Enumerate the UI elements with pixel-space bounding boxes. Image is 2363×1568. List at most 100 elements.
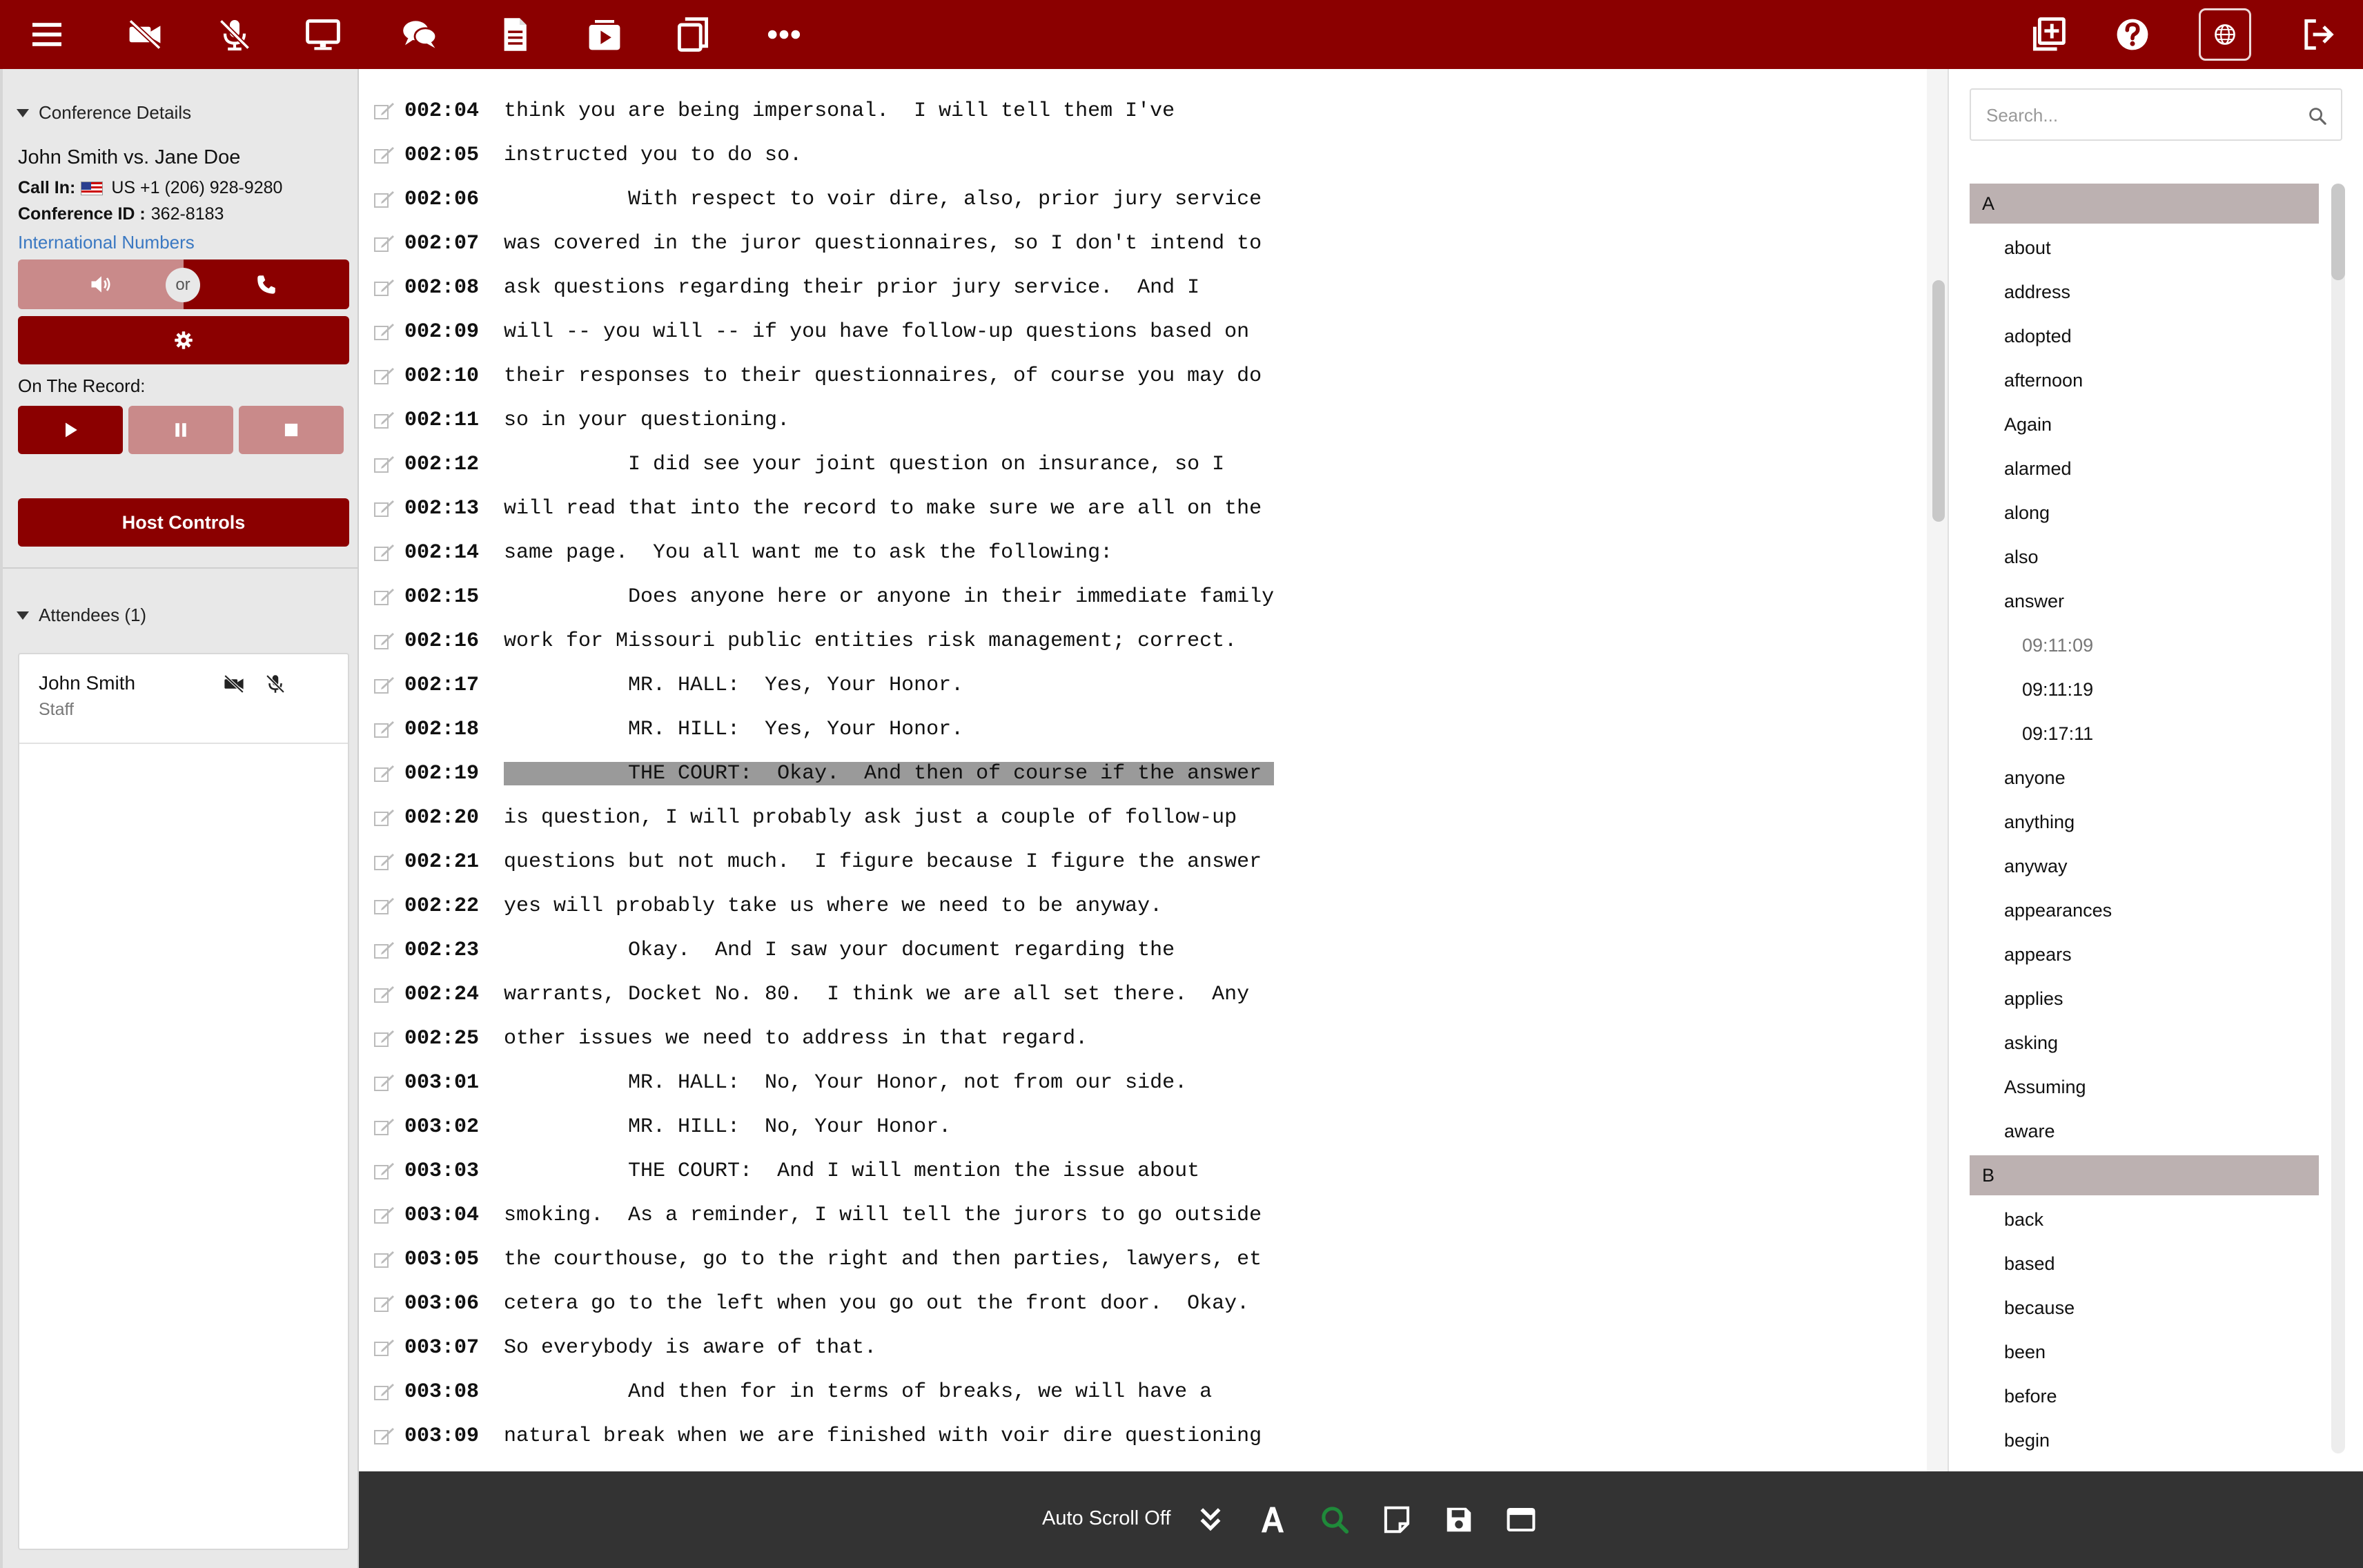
transcript-line[interactable]: 003:09 natural break when we are finished…	[359, 1412, 1932, 1456]
window-mode-button[interactable]	[1499, 1498, 1543, 1542]
annotate-line-icon[interactable]	[374, 146, 395, 164]
annotate-line-icon[interactable]	[374, 809, 395, 827]
annotate-line-icon[interactable]	[374, 500, 395, 518]
transcript-line[interactable]: 002:21 questions but not much. I figure b…	[359, 838, 1932, 882]
transcript-line[interactable]: 002:08 ask questions regarding their prio…	[359, 264, 1932, 308]
transcript-line[interactable]: 002:05 instructed you to do so.	[359, 131, 1932, 175]
transcript-scrollbar[interactable]	[1927, 69, 1948, 1471]
index-word[interactable]: asking	[2004, 1032, 2058, 1054]
transcript-line[interactable]: 003:04 smoking. As a reminder, I will tel…	[359, 1191, 1932, 1235]
transcript-line[interactable]: 002:09 will -- you will -- if you have fo…	[359, 308, 1932, 352]
index-word[interactable]: address	[2004, 282, 2070, 303]
index-word[interactable]: Again	[2004, 414, 2052, 435]
transcript-line[interactable]: 002:19 THE COURT: Okay. And then of cour…	[359, 749, 1932, 794]
index-word[interactable]: back	[2004, 1209, 2043, 1231]
transcript-line[interactable]: 002:11 so in your questioning.	[359, 396, 1932, 440]
transcript-view[interactable]: 002:04 think you are being impersonal. I …	[359, 69, 1946, 1471]
annotate-line-icon[interactable]	[374, 323, 395, 341]
transcript-line[interactable]: 003:03 THE COURT: And I will mention the…	[359, 1147, 1932, 1191]
video-toggle-button[interactable]	[110, 0, 179, 69]
index-word[interactable]: answer	[2004, 591, 2064, 612]
annotate-line-icon[interactable]	[374, 986, 395, 1003]
transcript-line[interactable]: 003:02 MR. HILL: No, Your Honor.	[359, 1103, 1932, 1147]
index-word[interactable]: along	[2004, 502, 2050, 524]
transcript-line[interactable]: 003:08 And then for in terms of breaks, …	[359, 1368, 1932, 1412]
index-word[interactable]: appearances	[2004, 900, 2112, 921]
font-size-button[interactable]	[1251, 1498, 1295, 1542]
international-numbers-link[interactable]: International Numbers	[18, 232, 195, 253]
exhibits-button[interactable]	[570, 0, 639, 69]
annotate-line-icon[interactable]	[374, 1427, 395, 1445]
transcript-line[interactable]: 002:04 think you are being impersonal. I …	[359, 87, 1932, 131]
word-search-input[interactable]	[1986, 102, 2290, 128]
transcript-line[interactable]: 002:10 their responses to their questionn…	[359, 352, 1932, 396]
transcript-line[interactable]: 003:05 the courthouse, go to the right an…	[359, 1235, 1932, 1280]
annotate-line-icon[interactable]	[374, 1074, 395, 1092]
annotate-line-icon[interactable]	[374, 102, 395, 120]
computer-audio-button[interactable]	[18, 259, 184, 309]
help-button[interactable]	[2098, 0, 2167, 69]
annotate-line-icon[interactable]	[374, 1118, 395, 1136]
audio-settings-button[interactable]	[18, 316, 349, 364]
annotate-line-icon[interactable]	[374, 676, 395, 694]
more-options-button[interactable]	[749, 0, 818, 69]
annotate-line-icon[interactable]	[374, 765, 395, 783]
host-controls-button[interactable]: Host Controls	[18, 498, 349, 547]
conference-details-toggle[interactable]: Conference Details	[17, 102, 191, 124]
index-word[interactable]: also	[2004, 547, 2039, 568]
screen-share-button[interactable]	[288, 0, 357, 69]
menu-button[interactable]	[12, 0, 81, 69]
annotate-line-icon[interactable]	[374, 897, 395, 915]
index-word[interactable]: about	[2004, 237, 2051, 259]
annotate-line-icon[interactable]	[374, 1251, 395, 1268]
index-occurrence-time[interactable]: 09:17:11	[2022, 723, 2093, 745]
transcript-line[interactable]: 003:01 MR. HALL: No, Your Honor, not fro…	[359, 1059, 1932, 1103]
transcript-line[interactable]: 002:15 Does anyone here or anyone in the…	[359, 573, 1932, 617]
transcript-line[interactable]: 003:06 cetera go to the left when you go …	[359, 1280, 1932, 1324]
annotate-line-icon[interactable]	[374, 1206, 395, 1224]
index-word[interactable]: alarmed	[2004, 458, 2072, 480]
add-window-button[interactable]	[2014, 0, 2083, 69]
documents-button[interactable]	[480, 0, 549, 69]
index-word[interactable]: based	[2004, 1253, 2055, 1275]
transcript-line[interactable]: 002:14 same page. You all want me to ask …	[359, 529, 1932, 573]
index-word[interactable]: anyone	[2004, 767, 2066, 789]
transcript-line[interactable]: 002:07 was covered in the juror questionn…	[359, 219, 1932, 264]
annotate-line-icon[interactable]	[374, 455, 395, 473]
chat-button[interactable]	[385, 0, 454, 69]
transcript-line[interactable]: 002:18 MR. HILL: Yes, Your Honor.	[359, 705, 1932, 749]
annotate-line-icon[interactable]	[374, 1030, 395, 1048]
transcript-scrollbar-thumb[interactable]	[1932, 280, 1945, 522]
save-button[interactable]	[1437, 1498, 1481, 1542]
index-occurrence-time[interactable]: 09:11:19	[2022, 679, 2093, 700]
index-word[interactable]: afternoon	[2004, 370, 2083, 391]
record-stop-button[interactable]	[239, 406, 344, 454]
index-word[interactable]: before	[2004, 1386, 2057, 1407]
annotate-line-icon[interactable]	[374, 1339, 395, 1357]
index-word[interactable]: begin	[2004, 1430, 2050, 1451]
transcript-line[interactable]: 003:07 So everybody is aware of that.	[359, 1324, 1932, 1368]
transcript-line[interactable]: 002:17 MR. HALL: Yes, Your Honor.	[359, 661, 1932, 705]
microphone-toggle-button[interactable]	[200, 0, 269, 69]
index-word[interactable]: because	[2004, 1297, 2075, 1319]
index-word[interactable]: aware	[2004, 1121, 2055, 1142]
index-word[interactable]: Assuming	[2004, 1077, 2086, 1098]
transcript-line[interactable]: 002:24 warrants, Docket No. 80. I think w…	[359, 970, 1932, 1015]
index-word[interactable]: adopted	[2004, 326, 2072, 347]
transcript-line[interactable]: 002:23 Okay. And I saw your document reg…	[359, 926, 1932, 970]
annotate-line-icon[interactable]	[374, 367, 395, 385]
transcript-line[interactable]: 002:06 With respect to voir dire, also, …	[359, 175, 1932, 219]
attendees-toggle[interactable]: Attendees (1)	[17, 605, 146, 626]
transcript-line[interactable]: 002:12 I did see your joint question on …	[359, 440, 1932, 484]
annotate-line-icon[interactable]	[374, 588, 395, 606]
record-play-button[interactable]	[18, 406, 123, 454]
transcript-line[interactable]: 002:22 yes will probably take us where we…	[359, 882, 1932, 926]
transcript-line[interactable]: 002:20 is question, I will probably ask j…	[359, 794, 1932, 838]
exit-button[interactable]	[2284, 0, 2353, 69]
index-scrollbar-thumb[interactable]	[2331, 184, 2345, 280]
annotate-line-icon[interactable]	[374, 279, 395, 297]
annotate-line-icon[interactable]	[374, 853, 395, 871]
index-occurrence-time[interactable]: 09:11:09	[2022, 635, 2093, 656]
auto-scroll-toggle-button[interactable]	[1188, 1498, 1233, 1542]
transcript-line[interactable]: 002:13 will read that into the record to …	[359, 484, 1932, 529]
